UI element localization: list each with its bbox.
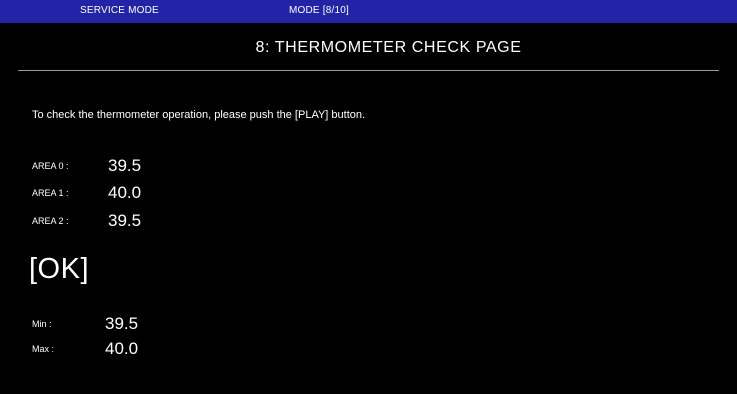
status-bar: SERVICE MODE MODE [8/10] <box>0 0 737 23</box>
min-label: Min : <box>32 319 52 329</box>
area-1-value: 40.0 <box>108 183 142 202</box>
title-divider <box>18 70 719 71</box>
instruction-text: To check the thermometer operation, plea… <box>32 109 366 121</box>
max-value: 40.0 <box>105 339 139 358</box>
service-mode-label: SERVICE MODE <box>80 5 159 16</box>
area-2-label: AREA 2 : <box>32 216 69 226</box>
area-0-value: 39.5 <box>108 156 142 175</box>
max-label: Max : <box>32 344 55 354</box>
area-1-label: AREA 1 : <box>32 188 69 198</box>
min-value: 39.5 <box>105 314 139 333</box>
check-status: [OK] <box>29 253 90 285</box>
area-2-value: 39.5 <box>108 211 142 230</box>
page-title: 8: THERMOMETER CHECK PAGE <box>255 39 522 56</box>
mode-page-indicator: MODE [8/10] <box>289 5 349 16</box>
area-0-label: AREA 0 : <box>32 161 69 171</box>
